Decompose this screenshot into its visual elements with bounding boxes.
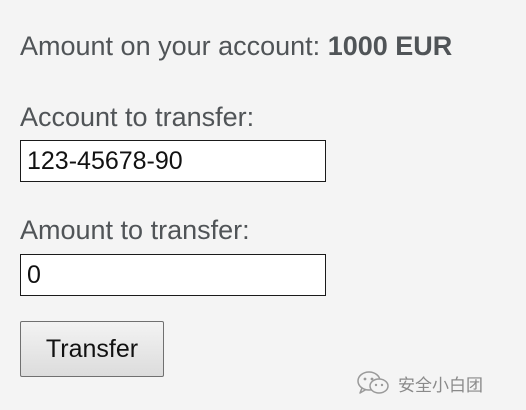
balance-amount: 1000 EUR bbox=[327, 31, 453, 61]
transfer-button[interactable]: Transfer bbox=[20, 321, 164, 377]
amount-to-transfer-label: Amount to transfer: bbox=[20, 215, 250, 245]
account-to-transfer-input[interactable] bbox=[20, 140, 326, 182]
account-balance: Amount on your account: 1000 EUR bbox=[20, 28, 452, 64]
watermark: 安全小白团 bbox=[356, 370, 483, 396]
wechat-logo-icon bbox=[357, 371, 389, 394]
balance-label: Amount on your account: bbox=[20, 31, 321, 61]
watermark-text: 安全小白团 bbox=[398, 375, 483, 396]
amount-to-transfer-input[interactable] bbox=[20, 254, 326, 296]
account-to-transfer-label: Account to transfer: bbox=[20, 102, 255, 132]
